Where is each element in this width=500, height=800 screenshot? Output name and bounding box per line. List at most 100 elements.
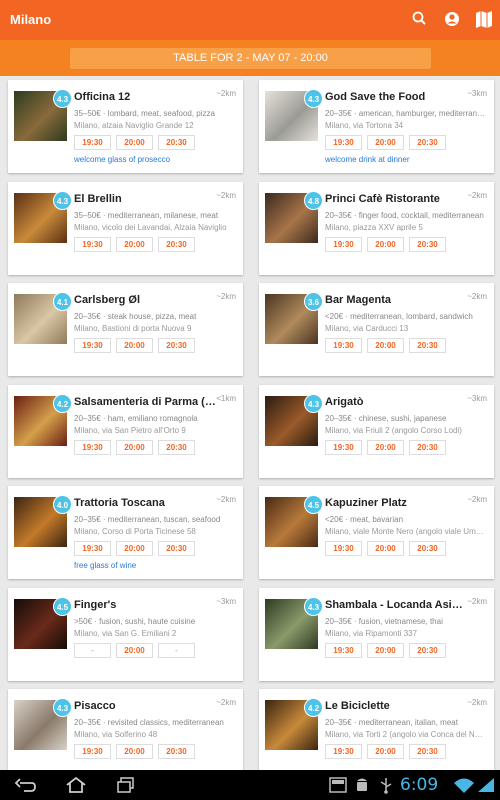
time-slot-button[interactable]: 20:00 [116, 237, 153, 252]
time-slot-button[interactable]: 20:00 [367, 440, 404, 455]
time-slot-button[interactable]: 20:30 [409, 338, 446, 353]
restaurant-card[interactable]: 4.2 Salsamenteria di Parma (… <1km 20–35€ ·… [8, 385, 243, 478]
time-slot-button[interactable]: 19:30 [74, 135, 111, 150]
distance-label: ~2km [467, 698, 487, 707]
restaurant-card[interactable]: 4.3 Arigatò ~3km 20–35€ · chinese, sushi, j… [259, 385, 494, 478]
time-slot-button[interactable]: 19:30 [74, 744, 111, 759]
address-label: Milano, via San G. Emiliani 2 [74, 629, 177, 638]
time-slot-button[interactable]: 19:30 [325, 338, 362, 353]
restaurant-name[interactable]: El Brellin [74, 193, 224, 205]
restaurant-card[interactable]: 4.3 God Save the Food ~3km 20–35€ · america… [259, 80, 494, 173]
app-bar: Milano [0, 0, 500, 40]
time-slots: 19:30 20:00 20:30 [74, 338, 195, 353]
time-slot-button[interactable]: 20:30 [158, 440, 195, 455]
distance-label: ~2km [216, 89, 236, 98]
time-slot-button[interactable]: 20:30 [158, 237, 195, 252]
promo-link[interactable]: welcome glass of prosecco [74, 155, 170, 164]
distance-label: ~3km [467, 89, 487, 98]
time-slot-button[interactable]: 20:00 [367, 237, 404, 252]
restaurant-name[interactable]: Salsamenteria di Parma (… [74, 396, 224, 408]
time-slot-button[interactable]: 20:00 [116, 541, 153, 556]
reservation-bar: TABLE FOR 2 - MAY 07 - 20:00 [0, 40, 500, 76]
restaurant-name[interactable]: Trattoria Toscana [74, 497, 224, 509]
restaurant-name[interactable]: Kapuziner Platz [325, 497, 475, 509]
restaurant-card[interactable]: 4.2 Le Biciclette ~2km 20–35€ · mediterrane… [259, 689, 494, 782]
time-slot-button[interactable]: 19:30 [74, 440, 111, 455]
time-slot-button[interactable]: 19:30 [325, 744, 362, 759]
price-cuisine-label: 20–35€ · chinese, sushi, japanese [325, 414, 447, 423]
restaurant-name[interactable]: Officina 12 [74, 91, 224, 103]
distance-label: ~3km [216, 597, 236, 606]
restaurant-name[interactable]: Finger's [74, 599, 224, 611]
address-label: Milano, via Solferino 48 [74, 730, 158, 739]
rating-badge: 4.3 [53, 698, 72, 717]
time-slot-button[interactable]: 20:30 [409, 237, 446, 252]
price-cuisine-label: 20–35€ · steak house, pizza, meat [74, 312, 197, 321]
time-slot-button[interactable]: 19:30 [74, 237, 111, 252]
time-slot-button[interactable]: 20:00 [367, 541, 404, 556]
home-icon[interactable] [64, 775, 88, 795]
address-label: Milano, via Torti 2 (angolo via Conca de… [325, 730, 487, 739]
time-slot-button[interactable]: 20:00 [116, 643, 153, 658]
restaurant-card[interactable]: 4.1 Carlsberg Øl ~2km 20–35€ · steak house,… [8, 283, 243, 376]
time-slot-button[interactable]: 20:30 [409, 541, 446, 556]
map-icon[interactable] [474, 8, 494, 30]
time-slot-button[interactable]: 20:00 [367, 135, 404, 150]
restaurant-name[interactable]: Shambala - Locanda Asi… [325, 599, 475, 611]
time-slot-button[interactable]: 19:30 [325, 135, 362, 150]
time-slot-button[interactable]: 20:00 [367, 744, 404, 759]
time-slot-button[interactable]: 19:30 [325, 541, 362, 556]
restaurant-card[interactable]: 4.3 Pisacco ~2km 20–35€ · revisited classic… [8, 689, 243, 782]
signal-icon [474, 775, 498, 795]
address-label: Milano, via Tortona 34 [325, 121, 404, 130]
restaurant-card[interactable]: 4.3 Officina 12 ~2km 35–50€ · lombard, meat… [8, 80, 243, 173]
time-slot-button[interactable]: 19:30 [74, 541, 111, 556]
promo-link[interactable]: free glass of wine [74, 561, 136, 570]
restaurant-name[interactable]: God Save the Food [325, 91, 475, 103]
restaurant-card[interactable]: 4.3 Shambala - Locanda Asi… ~2km 20–35€ · f… [259, 588, 494, 681]
restaurant-card[interactable]: 4.3 El Brellin ~2km 35–50€ · mediterranean,… [8, 182, 243, 275]
restaurant-card[interactable]: 4.8 Princi Cafè Ristorante ~2km 20–35€ · fi… [259, 182, 494, 275]
restaurant-name[interactable]: Bar Magenta [325, 294, 475, 306]
time-slot-button[interactable]: 20:00 [367, 643, 404, 658]
time-slots: 19:30 20:00 20:30 [74, 744, 195, 759]
time-slots: 19:30 20:00 20:30 [74, 135, 195, 150]
restaurant-card[interactable]: 4.5 Finger's ~3km >50€ · fusion, sushi, hau… [8, 588, 243, 681]
restaurant-name[interactable]: Arigatò [325, 396, 475, 408]
time-slot-button[interactable]: 20:00 [116, 440, 153, 455]
time-slot-button[interactable]: 20:30 [158, 541, 195, 556]
address-label: Milano, Bastioni di porta Nuova 9 [74, 324, 192, 333]
recent-apps-icon[interactable] [114, 775, 138, 795]
time-slot-button[interactable]: 19:30 [325, 440, 362, 455]
time-slot-button[interactable]: 20:30 [409, 440, 446, 455]
restaurant-card[interactable]: 3.6 Bar Magenta ~2km <20€ · mediterranean, … [259, 283, 494, 376]
time-slot-button[interactable]: 20:30 [409, 643, 446, 658]
account-icon[interactable] [442, 8, 462, 30]
search-icon[interactable] [410, 8, 430, 30]
restaurant-card[interactable]: 4.0 Trattoria Toscana ~2km 20–35€ · mediter… [8, 486, 243, 579]
restaurant-name[interactable]: Le Biciclette [325, 700, 475, 712]
time-slot-button[interactable]: 20:00 [367, 338, 404, 353]
time-slot-button[interactable]: 20:00 [116, 744, 153, 759]
promo-link[interactable]: welcome drink at dinner [325, 155, 409, 164]
time-slot-button[interactable]: 20:30 [409, 135, 446, 150]
appbar-actions [410, 8, 494, 30]
restaurant-card[interactable]: 4.5 Kapuziner Platz ~2km <20€ · meat, bavar… [259, 486, 494, 579]
time-slots: 19:30 20:00 20:30 [325, 338, 446, 353]
time-slot-button[interactable]: 19:30 [325, 643, 362, 658]
time-slot-button[interactable]: 20:00 [116, 135, 153, 150]
time-slot-button[interactable]: 20:30 [158, 135, 195, 150]
time-slot-button[interactable]: 19:30 [325, 237, 362, 252]
time-slot-button[interactable]: 20:30 [409, 744, 446, 759]
time-slot-button[interactable]: 20:30 [158, 338, 195, 353]
time-slot-button[interactable]: 20:30 [158, 744, 195, 759]
distance-label: <1km [216, 394, 236, 403]
reservation-button[interactable]: TABLE FOR 2 - MAY 07 - 20:00 [70, 48, 431, 69]
time-slot-button[interactable]: 20:00 [116, 338, 153, 353]
restaurant-name[interactable]: Princi Cafè Ristorante [325, 193, 475, 205]
restaurant-name[interactable]: Carlsberg Øl [74, 294, 224, 306]
time-slot-button[interactable]: 19:30 [74, 338, 111, 353]
address-label: Milano, alzaia Naviglio Grande 12 [74, 121, 194, 130]
restaurant-name[interactable]: Pisacco [74, 700, 224, 712]
back-icon[interactable] [14, 775, 38, 795]
